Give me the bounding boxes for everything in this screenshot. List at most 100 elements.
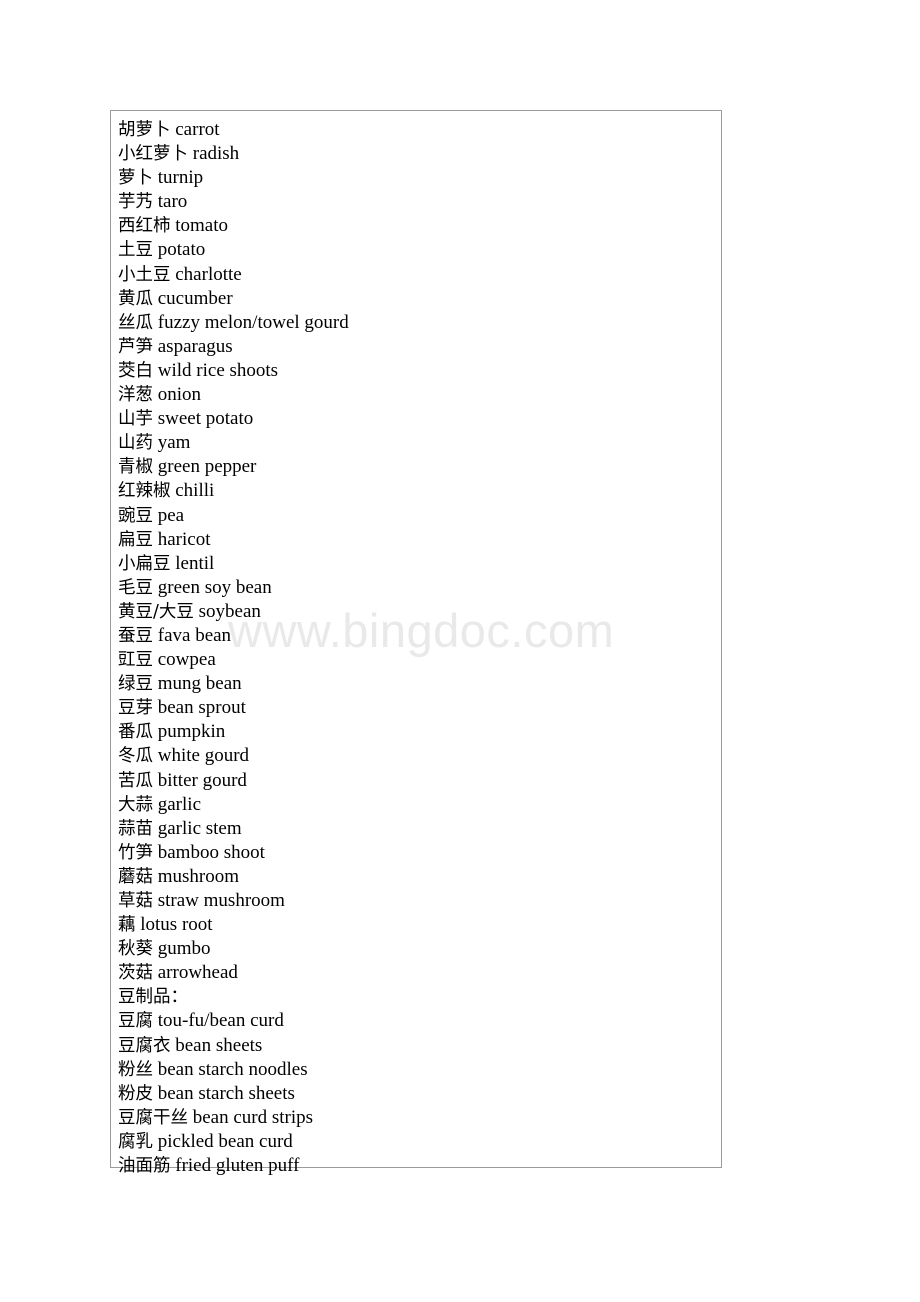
vocabulary-entry: 草菇 straw mushroom: [118, 889, 715, 913]
entry-chinese-term: 腐乳: [118, 1131, 153, 1152]
entry-chinese-term: 小土豆: [118, 264, 171, 285]
vocabulary-entry: 豆芽 bean sprout: [118, 696, 715, 720]
vocabulary-entry: 蚕豆 fava bean: [118, 624, 715, 648]
entry-english-term: fried gluten puff: [175, 1155, 300, 1177]
entry-chinese-term: 粉皮: [118, 1083, 153, 1104]
vocabulary-entry: 蒜苗 garlic stem: [118, 817, 715, 841]
entry-english-term: yam: [157, 432, 191, 454]
vocabulary-entry: 扁豆 haricot: [118, 528, 715, 552]
entry-english-term: potato: [157, 239, 206, 261]
entry-chinese-term: 大蒜: [118, 794, 153, 815]
entry-english-term: chilli: [175, 480, 215, 502]
entry-chinese-term: 豆芽: [118, 698, 153, 719]
vocabulary-entry: 小扁豆 lentil: [118, 552, 715, 576]
vocabulary-entry: 豆制品：: [118, 985, 715, 1009]
vocabulary-entry: 山药 yam: [118, 431, 715, 455]
entry-english-term: straw mushroom: [157, 890, 285, 911]
entry-english-term: gumbo: [157, 938, 211, 960]
entry-english-term: sweet potato: [157, 408, 254, 430]
entry-chinese-term: 秋葵: [118, 939, 153, 960]
entry-chinese-term: 粉丝: [118, 1059, 153, 1080]
entry-chinese-term: 红辣椒: [118, 481, 171, 502]
entry-english-term: fava bean: [157, 624, 232, 646]
vocabulary-entry: 萝卜 turnip: [118, 166, 715, 190]
entry-english-term: turnip: [157, 167, 204, 189]
entry-english-term: carrot: [175, 119, 220, 140]
vocabulary-table: 胡萝卜 carrot 小红萝卜 radish 萝卜 turnip 芋艿 taro 西红柿…: [110, 110, 722, 1176]
vocabulary-entry: 小土豆 charlotte: [118, 263, 715, 287]
vocabulary-entry: 豆腐 tou-fu/bean curd: [118, 1009, 715, 1033]
entry-chinese-term: 小红萝卜: [118, 144, 188, 165]
entry-chinese-term: 西红柿: [118, 216, 171, 237]
entry-english-term: lentil: [175, 552, 215, 574]
vocabulary-entry: 竹笋 bamboo shoot: [118, 841, 715, 865]
entry-english-term: cowpea: [157, 649, 216, 671]
entry-chinese-term: 竹笋: [118, 842, 153, 863]
entry-english-term: radish: [192, 143, 240, 165]
entry-english-term: mung bean: [157, 673, 242, 695]
vocabulary-entry: 腐乳 pickled bean curd: [118, 1130, 715, 1154]
entry-english-term: soybean: [198, 600, 261, 622]
entry-chinese-term: 茭白: [118, 360, 153, 381]
vocabulary-table-cell: 胡萝卜 carrot 小红萝卜 radish 萝卜 turnip 芋艿 taro 西红柿…: [111, 111, 721, 1184]
entry-chinese-term: 黄瓜: [118, 288, 153, 309]
entry-english-term: bean starch sheets: [157, 1082, 295, 1104]
vocabulary-entry: 茨菇 arrowhead: [118, 961, 715, 985]
vocabulary-entry: 豌豆 pea: [118, 504, 715, 528]
entry-chinese-term: 豌豆: [118, 505, 153, 526]
entry-english-term: lotus root: [140, 914, 213, 936]
entry-chinese-term: 土豆: [118, 240, 153, 261]
entry-chinese-term: 萝卜: [118, 168, 153, 189]
entry-chinese-term: 小扁豆: [118, 553, 171, 574]
entry-chinese-term: 洋葱: [118, 385, 153, 406]
entry-chinese-term: 扁豆: [118, 529, 153, 550]
entry-chinese-term: 苦瓜: [118, 770, 153, 791]
entry-english-term: garlic stem: [157, 817, 242, 839]
entry-chinese-term: 黄豆/大豆: [118, 601, 194, 622]
vocabulary-entry: 丝瓜 fuzzy melon/towel gourd: [118, 311, 715, 335]
vocabulary-entry: 土豆 potato: [118, 238, 715, 262]
entry-english-term: garlic: [157, 793, 202, 815]
entry-english-term: bean sheets: [175, 1034, 263, 1056]
vocabulary-entry: 山芋 sweet potato: [118, 407, 715, 431]
vocabulary-entry: 洋葱 onion: [118, 383, 715, 407]
entry-english-term: bean starch noodles: [157, 1058, 308, 1080]
vocabulary-entry: 冬瓜 white gourd: [118, 744, 715, 768]
vocabulary-entry: 藕 lotus root: [118, 913, 715, 937]
vocabulary-entry: 红辣椒 chilli: [118, 479, 715, 503]
entry-english-term: asparagus: [157, 335, 233, 357]
entry-chinese-term: 山芋: [118, 409, 153, 430]
entry-chinese-term: 毛豆: [118, 577, 153, 598]
vocabulary-entry: 大蒜 garlic: [118, 793, 715, 817]
entry-chinese-term: 油面筋: [118, 1156, 171, 1177]
entry-english-term: onion: [157, 384, 202, 406]
entry-english-term: charlotte: [175, 263, 242, 285]
entry-english-term: bitter gourd: [157, 769, 247, 791]
entry-chinese-term: 冬瓜: [118, 746, 153, 767]
entry-chinese-term: 胡萝卜: [118, 120, 171, 140]
vocabulary-entry: 毛豆 green soy bean: [118, 576, 715, 600]
entry-chinese-term: 豆腐: [118, 1011, 153, 1032]
entry-chinese-term: 豆腐干丝: [118, 1107, 188, 1128]
entry-english-term: white gourd: [157, 745, 250, 767]
vocabulary-entry: 芋艿 taro: [118, 190, 715, 214]
vocabulary-entry: 苦瓜 bitter gourd: [118, 769, 715, 793]
entry-chinese-term: 青椒: [118, 457, 153, 478]
entry-english-term: bean curd strips: [192, 1106, 314, 1128]
entry-chinese-term: 草菇: [118, 891, 153, 911]
entry-english-term: cucumber: [157, 287, 233, 309]
vocabulary-entry: 豇豆 cowpea: [118, 648, 715, 672]
entry-chinese-term: 茨菇: [118, 963, 153, 984]
vocabulary-entry: 胡萝卜 carrot: [118, 118, 715, 142]
entry-english-term: pumpkin: [157, 721, 226, 743]
entry-chinese-term: 蚕豆: [118, 625, 153, 646]
entry-english-term: green soy bean: [157, 576, 272, 598]
entry-english-term: taro: [157, 191, 188, 213]
vocabulary-entry: 豆腐衣 bean sheets: [118, 1034, 715, 1058]
vocabulary-list: 胡萝卜 carrot 小红萝卜 radish 萝卜 turnip 芋艿 taro 西红柿…: [118, 118, 715, 1178]
entry-english-term: pea: [157, 504, 185, 526]
entry-english-term: tomato: [175, 215, 229, 237]
entry-chinese-term: 番瓜: [118, 722, 153, 743]
entry-english-term: tou-fu/bean curd: [157, 1010, 284, 1032]
vocabulary-entry: 黄豆/大豆 soybean: [118, 600, 715, 624]
